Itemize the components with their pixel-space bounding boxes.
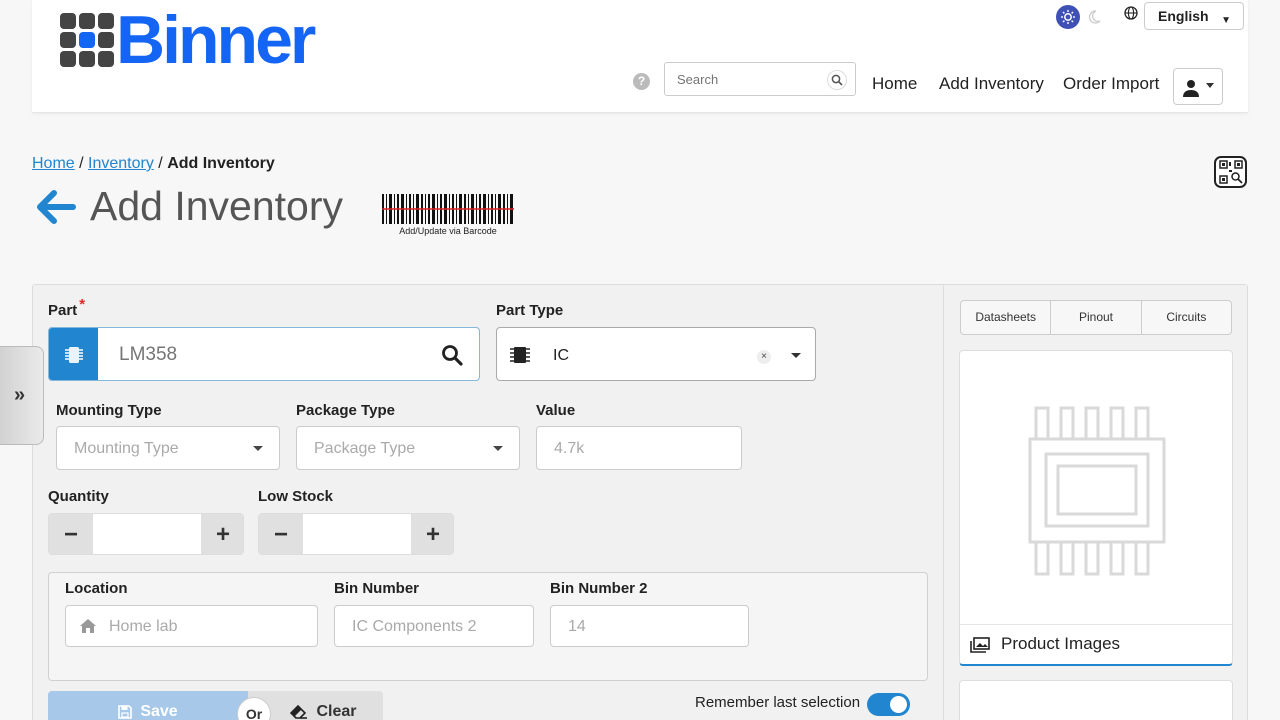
part-type-label: Part Type [496,302,564,319]
product-images-card[interactable]: Product Images [959,350,1233,666]
tab-datasheets[interactable]: Datasheets [961,301,1052,334]
decrement-button[interactable]: − [259,514,303,554]
value-placeholder: 4.7k [554,440,585,457]
save-button[interactable]: Save [48,691,248,720]
remember-toggle[interactable] [867,693,910,716]
nav-order-import[interactable]: Order Import [1063,74,1159,94]
barcode-label: Add/Update via Barcode [399,226,497,236]
bin-number-placeholder: IC Components 2 [352,618,477,635]
clear-icon[interactable]: × [757,350,771,364]
package-type-placeholder: Package Type [314,440,416,457]
moon-icon[interactable] [1086,5,1106,29]
sun-icon[interactable] [1056,5,1080,29]
back-arrow-icon[interactable] [36,190,76,229]
home-icon [80,619,96,633]
search-icon[interactable] [441,344,463,371]
logo-grid-icon [60,13,114,67]
part-label: Part * [48,296,86,319]
search-icon[interactable] [827,70,847,90]
tab-circuits[interactable]: Circuits [1142,301,1231,334]
breadcrumb-current: Add Inventory [167,155,275,172]
package-type-label: Package Type [296,402,395,419]
remember-label: Remember last selection [695,694,861,711]
binner-logo[interactable]: Binner [60,2,316,78]
chevron-down-icon [493,446,503,451]
help-icon[interactable]: ? [633,73,650,90]
mounting-type-label: Mounting Type [56,402,162,419]
resource-tabs: Datasheets Pinout Circuits [960,300,1232,335]
bin-number-2-label: Bin Number 2 [550,580,648,597]
package-type-select[interactable]: Package Type [296,426,520,470]
chip-icon [49,328,98,380]
low-stock-label: Low Stock [258,488,334,505]
nav-home[interactable]: Home [872,74,917,94]
qr-scan-icon[interactable] [1214,156,1247,188]
logo-text: Binner [116,2,316,78]
search-input[interactable] [677,72,817,87]
chip-icon [509,344,531,371]
eraser-icon [290,705,308,719]
location-placeholder: Home lab [109,618,178,635]
page-title: Add Inventory [90,183,343,229]
chevron-down-icon: ▼ [1221,15,1231,26]
location-label: Location [65,580,128,597]
product-images-label: Product Images [1001,634,1121,653]
chevron-down-icon [253,446,263,451]
breadcrumb-inventory[interactable]: Inventory [88,155,154,172]
product-images-footer: Product Images [960,624,1232,664]
location-input[interactable]: Home lab [65,605,318,647]
chevron-down-icon [1206,83,1214,88]
chip-placeholder-icon [1028,406,1166,576]
language-select[interactable]: English ▼ [1144,2,1244,30]
barcode-icon[interactable] [382,194,514,224]
breadcrumb: Home / Inventory / Add Inventory [32,155,275,172]
globe-icon [1124,6,1140,22]
part-type-value: IC [553,347,569,364]
increment-button[interactable]: + [201,514,243,554]
value-input[interactable]: 4.7k [536,426,742,470]
save-icon [118,705,133,719]
decrement-button[interactable]: − [49,514,93,554]
bin-number-label: Bin Number [334,580,420,597]
mounting-type-placeholder: Mounting Type [74,440,179,457]
mounting-type-select[interactable]: Mounting Type [56,426,280,470]
value-label: Value [536,402,576,419]
breadcrumb-home[interactable]: Home [32,155,75,172]
save-label: Save [140,703,178,720]
required-marker: * [79,296,86,313]
user-icon [1183,80,1199,97]
bin-number-input[interactable]: IC Components 2 [334,605,534,647]
part-type-select[interactable]: IC × [496,327,816,381]
part-input[interactable] [119,344,419,366]
secondary-card [959,680,1233,720]
part-field[interactable] [48,327,480,381]
quantity-stepper: − 1 + [48,513,244,555]
tab-pinout[interactable]: Pinout [1051,301,1142,334]
increment-button[interactable]: + [411,514,453,554]
nav-add-inventory[interactable]: Add Inventory [939,74,1044,94]
search-box[interactable] [664,62,856,96]
user-menu[interactable] [1173,68,1223,105]
images-icon [970,637,990,658]
bin-number-2-input[interactable]: 14 [550,605,749,647]
bin-number-2-placeholder: 14 [568,618,586,635]
expand-sidebar-icon[interactable]: » [0,346,44,445]
quantity-label: Quantity [48,488,109,505]
chevron-down-icon[interactable] [791,353,801,358]
clear-label: Clear [316,703,357,720]
language-value: English [1158,8,1209,24]
low-stock-stepper: − 10 + [258,513,454,555]
